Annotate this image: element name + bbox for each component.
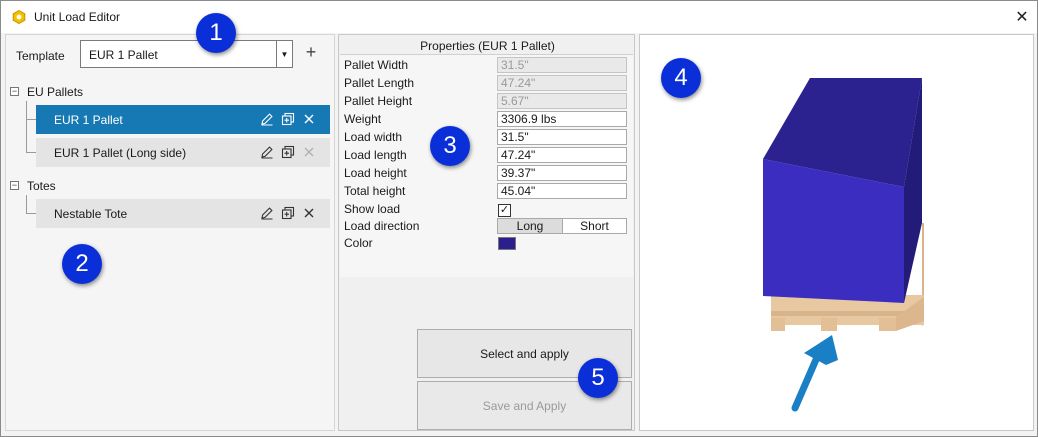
edit-icon[interactable] [260,112,274,126]
tree-connector [26,213,36,214]
unit-load-editor-window: Unit Load Editor ✕ Template EUR 1 Pallet… [0,0,1038,437]
callout-3: 3 [430,126,470,166]
template-item-label: Nestable Tote [54,207,128,221]
prop-label-color: Color [344,236,373,250]
group-collapse-toggle[interactable]: − [10,181,19,190]
duplicate-icon[interactable] [281,112,295,126]
load-direction-short-button[interactable]: Short [562,218,627,234]
app-icon [12,10,26,24]
delete-icon[interactable] [302,206,316,220]
duplicate-icon[interactable] [281,145,295,159]
edit-icon[interactable] [260,206,274,220]
pallet-block [821,318,837,331]
show-load-checkbox[interactable]: ✓ [498,204,511,217]
template-item-label: EUR 1 Pallet (Long side) [54,146,187,160]
pallet-block [879,318,896,331]
dropdown-arrow-icon[interactable]: ▼ [276,41,292,67]
tree-connector [26,152,36,153]
3d-preview-panel[interactable] [639,34,1034,431]
prop-field-pallet-width: 31.5" [497,57,627,73]
close-button[interactable]: ✕ [1009,5,1035,29]
prop-field-load-width[interactable]: 31.5" [497,129,627,145]
load-color-swatch[interactable] [498,237,516,250]
title-bar: Unit Load Editor ✕ [1,1,1037,33]
close-icon: ✕ [1015,9,1029,26]
template-label: Template [16,49,65,63]
prop-label-load-width: Load width [344,130,403,144]
callout-2: 2 [62,244,102,284]
group-collapse-toggle[interactable]: − [10,87,19,96]
prop-field-load-length[interactable]: 47.24" [497,147,627,163]
tree-connector [26,101,27,153]
group-label-eu-pallets: EU Pallets [27,85,84,99]
pallet-block [771,318,785,331]
prop-label-pallet-width: Pallet Width [344,58,409,72]
prop-label-load-length: Load length [344,148,407,162]
delete-icon[interactable] [302,112,316,126]
prop-field-total-height[interactable]: 45.04" [497,183,627,199]
template-item-nestable-tote[interactable]: Nestable Tote [36,199,330,228]
add-template-button[interactable]: + [302,43,320,61]
template-item-eur1-pallet[interactable]: EUR 1 Pallet [36,105,330,134]
callout-4: 4 [661,58,701,98]
prop-field-weight[interactable]: 3306.9 lbs [497,111,627,127]
window-title: Unit Load Editor [34,10,121,24]
prop-label-show-load: Show load [344,202,401,216]
prop-label-load-height: Load height [344,166,407,180]
prop-field-pallet-length: 47.24" [497,75,627,91]
tree-connector [26,195,27,213]
callout-5: 5 [578,358,618,398]
tree-connector [26,119,36,120]
delete-icon [304,147,314,157]
properties-title: Properties (EUR 1 Pallet) [420,39,555,53]
template-dropdown-value: EUR 1 Pallet [89,48,158,62]
prop-field-load-height[interactable]: 39.37" [497,165,627,181]
load-direction-arrow-shaft [791,351,822,412]
duplicate-icon[interactable] [281,206,295,220]
properties-grid: Pallet Width 31.5" Pallet Length 47.24" … [340,54,633,277]
edit-icon[interactable] [260,145,274,159]
prop-label-pallet-length: Pallet Length [344,76,415,90]
prop-label-pallet-height: Pallet Height [344,94,413,108]
template-item-label: EUR 1 Pallet [54,113,123,127]
prop-label-load-direction: Load direction [344,219,420,233]
3d-preview-canvas [763,78,924,412]
load-direction-long-button[interactable]: Long [497,218,563,234]
callout-1: 1 [196,13,236,53]
prop-label-total-height: Total height [344,184,406,198]
prop-field-pallet-height: 5.67" [497,93,627,109]
template-panel: Template EUR 1 Pallet ▼ + − EU Pallets E… [5,34,335,431]
template-dropdown[interactable]: EUR 1 Pallet ▼ [80,40,293,68]
plus-icon: + [305,42,317,62]
load-direction-arrow-head [804,335,838,365]
template-item-eur1-pallet-long-side[interactable]: EUR 1 Pallet (Long side) [36,138,330,167]
group-label-totes: Totes [27,179,56,193]
prop-label-weight: Weight [344,112,382,126]
